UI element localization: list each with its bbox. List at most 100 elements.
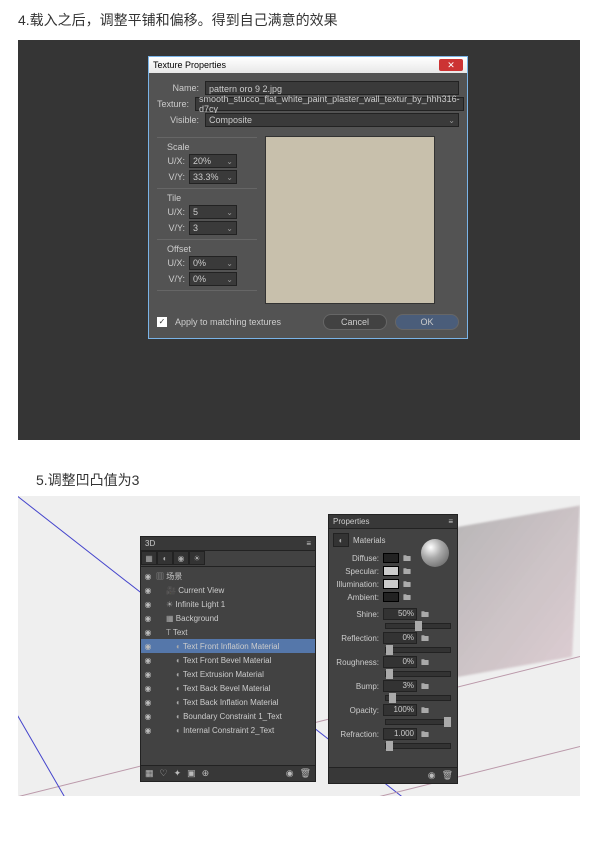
folder-icon[interactable]: 🖿 xyxy=(421,609,431,619)
chevron-down-icon: ⌄ xyxy=(448,116,455,125)
filter-tab-4[interactable]: ☀ xyxy=(189,551,205,565)
color-swatch[interactable] xyxy=(383,579,399,589)
visibility-icon[interactable]: ◉ xyxy=(143,684,153,693)
visibility-icon[interactable]: ◉ xyxy=(143,670,153,679)
visibility-icon[interactable]: ◉ xyxy=(143,572,153,581)
cancel-button[interactable]: Cancel xyxy=(323,314,387,330)
tree-row[interactable]: ◉◐ Text Front Inflation Material xyxy=(141,639,315,653)
3d-panel-header[interactable]: 3D≡ xyxy=(141,537,315,551)
folder-icon[interactable]: 🖿 xyxy=(403,592,413,602)
slider-thumb[interactable] xyxy=(386,645,393,655)
item-label: Text Front Inflation Material xyxy=(183,642,279,651)
color-swatch[interactable] xyxy=(383,566,399,576)
scale-ux-input[interactable]: 20%⌄ xyxy=(189,154,237,168)
slider-value-input[interactable]: 1.000 xyxy=(383,728,417,740)
slider-thumb[interactable] xyxy=(389,693,396,703)
visibility-icon[interactable]: ◉ xyxy=(143,712,153,721)
folder-icon[interactable]: 🖿 xyxy=(403,553,413,563)
trash-icon[interactable]: 🗑 xyxy=(300,768,311,779)
slider-thumb[interactable] xyxy=(386,741,393,751)
slider-value-input[interactable]: 50% xyxy=(383,608,417,620)
slider-value-input[interactable]: 100% xyxy=(383,704,417,716)
slider-track[interactable] xyxy=(385,671,451,677)
tree-row[interactable]: ◉◐ Text Back Inflation Material xyxy=(141,695,315,709)
visibility-icon[interactable]: ◉ xyxy=(143,642,153,651)
render-icon[interactable]: ◉ xyxy=(428,770,436,781)
tree-row[interactable]: ◉◐ Text Front Bevel Material xyxy=(141,653,315,667)
offset-heading: Offset xyxy=(167,244,257,254)
tree-row[interactable]: ◉▦ Background xyxy=(141,611,315,625)
item-label: Boundary Constraint 1_Text xyxy=(183,712,282,721)
tool-icon[interactable]: ✦ xyxy=(174,768,182,779)
tree-row[interactable]: ◉◐ Text Extrusion Material xyxy=(141,667,315,681)
folder-icon[interactable]: 🖿 xyxy=(421,657,431,667)
tile-vy-input[interactable]: 3⌄ xyxy=(189,221,237,235)
folder-icon[interactable]: 🖿 xyxy=(421,729,431,739)
slider-thumb[interactable] xyxy=(386,669,393,679)
slider-track[interactable] xyxy=(385,743,451,749)
visibility-icon[interactable]: ◉ xyxy=(143,600,153,609)
filter-tab-2[interactable]: ◐ xyxy=(157,551,173,565)
ok-button[interactable]: OK xyxy=(395,314,459,330)
tool-icon[interactable]: ⊕ xyxy=(202,768,210,779)
panel-menu-icon[interactable]: ≡ xyxy=(306,539,311,548)
slider-value-input[interactable]: 0% xyxy=(383,632,417,644)
slider-thumb[interactable] xyxy=(444,717,451,727)
tree-row[interactable]: ◉🎥 Current View xyxy=(141,583,315,597)
folder-icon[interactable]: 🖿 xyxy=(421,633,431,643)
tile-ux-input[interactable]: 5⌄ xyxy=(189,205,237,219)
item-label: Text xyxy=(173,628,188,637)
visibility-icon[interactable]: ◉ xyxy=(143,656,153,665)
tile-vy-label: V/Y: xyxy=(157,223,185,233)
materials-label: Materials xyxy=(353,536,385,545)
color-swatch[interactable] xyxy=(383,553,399,563)
offset-ux-input[interactable]: 0%⌄ xyxy=(189,256,237,270)
filter-tab-3[interactable]: ◉ xyxy=(173,551,189,565)
slider-value-input[interactable]: 3% xyxy=(383,680,417,692)
item-icon: ◐ xyxy=(176,670,181,679)
tile-heading: Tile xyxy=(167,193,257,203)
offset-vy-input[interactable]: 0%⌄ xyxy=(189,272,237,286)
close-icon[interactable]: ✕ xyxy=(439,59,463,71)
slider-value-input[interactable]: 0% xyxy=(383,656,417,668)
folder-icon[interactable]: 🖿 xyxy=(403,566,413,576)
slider-thumb[interactable] xyxy=(415,621,422,631)
folder-icon[interactable]: 🖿 xyxy=(421,705,431,715)
visibility-icon[interactable]: ◉ xyxy=(143,726,153,735)
tree-row[interactable]: ◉◐ Text Back Bevel Material xyxy=(141,681,315,695)
texture-dropdown[interactable]: smooth_stucco_flat_white_paint_plaster_w… xyxy=(195,97,464,111)
tree-row[interactable]: ◉T Text xyxy=(141,625,315,639)
slider-track[interactable] xyxy=(385,647,451,653)
visibility-icon[interactable]: ◉ xyxy=(143,628,153,637)
visibility-icon[interactable]: ◉ xyxy=(143,698,153,707)
panel-menu-icon[interactable]: ≡ xyxy=(448,517,453,526)
slider-track[interactable] xyxy=(385,623,451,629)
visibility-icon[interactable]: ◉ xyxy=(143,614,153,623)
visible-dropdown[interactable]: Composite ⌄ xyxy=(205,113,459,127)
folder-icon[interactable]: 🖿 xyxy=(403,579,413,589)
tool-icon[interactable]: ▦ xyxy=(145,768,154,779)
tree-row[interactable]: ◉▥ 场景 xyxy=(141,569,315,583)
item-icon: ◐ xyxy=(176,684,181,693)
tool-icon[interactable]: ♡ xyxy=(160,768,168,779)
trash-icon[interactable]: 🗑 xyxy=(442,770,453,781)
render-icon[interactable]: ◉ xyxy=(286,768,294,779)
apply-checkbox[interactable]: ✓ xyxy=(157,317,167,327)
tree-row[interactable]: ◉◐ Boundary Constraint 1_Text xyxy=(141,709,315,723)
tile-ux-label: U/X: xyxy=(157,207,185,217)
scale-vy-input[interactable]: 33.3%⌄ xyxy=(189,170,237,184)
visibility-icon[interactable]: ◉ xyxy=(143,586,153,595)
slider-track[interactable] xyxy=(385,695,451,701)
materials-tab-icon[interactable]: ◐ xyxy=(333,533,349,547)
scale-vy-label: V/Y: xyxy=(157,172,185,182)
material-preview-sphere[interactable] xyxy=(421,539,449,567)
color-swatch[interactable] xyxy=(383,592,399,602)
filter-tab-1[interactable]: ▦ xyxy=(141,551,157,565)
tree-row[interactable]: ◉☀ Infinite Light 1 xyxy=(141,597,315,611)
tool-icon[interactable]: ▣ xyxy=(187,768,196,779)
tree-row[interactable]: ◉◐ Internal Constraint 2_Text xyxy=(141,723,315,737)
slider-track[interactable] xyxy=(385,719,451,725)
name-input[interactable]: pattern oro 9 2.jpg xyxy=(205,81,459,95)
folder-icon[interactable]: 🖿 xyxy=(421,681,431,691)
properties-panel-header[interactable]: Properties≡ xyxy=(329,515,457,529)
